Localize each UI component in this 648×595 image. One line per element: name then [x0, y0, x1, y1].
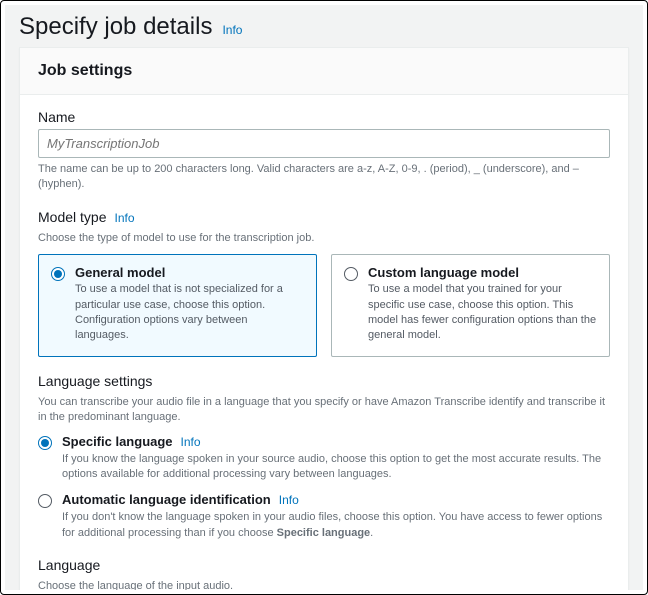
language-settings-label: Language settings [38, 373, 152, 389]
name-label: Name [38, 109, 610, 125]
language-desc: Choose the language of the input audio. [38, 579, 610, 590]
specific-language-info-link[interactable]: Info [181, 435, 201, 449]
page-info-link[interactable]: Info [222, 23, 242, 37]
name-input[interactable] [38, 129, 610, 158]
panel-title: Job settings [38, 62, 610, 80]
page-title: Specify job details [19, 13, 212, 41]
radio-icon [51, 267, 65, 281]
automatic-language-desc: If you don't know the language spoken in… [62, 510, 610, 541]
specific-language-title[interactable]: Specific language [62, 434, 173, 449]
model-type-label: Model type [38, 209, 106, 225]
radio-icon[interactable] [38, 494, 52, 508]
model-type-custom-tile[interactable]: Custom language model To use a model tha… [331, 254, 610, 357]
radio-icon [344, 267, 358, 281]
model-type-general-tile[interactable]: General model To use a model that is not… [38, 254, 317, 357]
specific-language-desc: If you know the language spoken in your … [62, 452, 610, 483]
job-settings-panel: Job settings Name The name can be up to … [19, 47, 629, 590]
name-hint: The name can be up to 200 characters lon… [38, 162, 610, 193]
general-model-title: General model [75, 265, 304, 280]
model-type-desc: Choose the type of model to use for the … [38, 231, 610, 246]
custom-model-title: Custom language model [368, 265, 597, 280]
custom-model-desc: To use a model that you trained for your… [368, 282, 597, 344]
language-settings-desc: You can transcribe your audio file in a … [38, 395, 610, 426]
radio-icon[interactable] [38, 436, 52, 450]
automatic-language-info-link[interactable]: Info [279, 493, 299, 507]
language-label: Language [38, 557, 100, 573]
model-type-info-link[interactable]: Info [114, 211, 134, 225]
general-model-desc: To use a model that is not specialized f… [75, 282, 304, 344]
automatic-language-title[interactable]: Automatic language identification [62, 492, 271, 507]
